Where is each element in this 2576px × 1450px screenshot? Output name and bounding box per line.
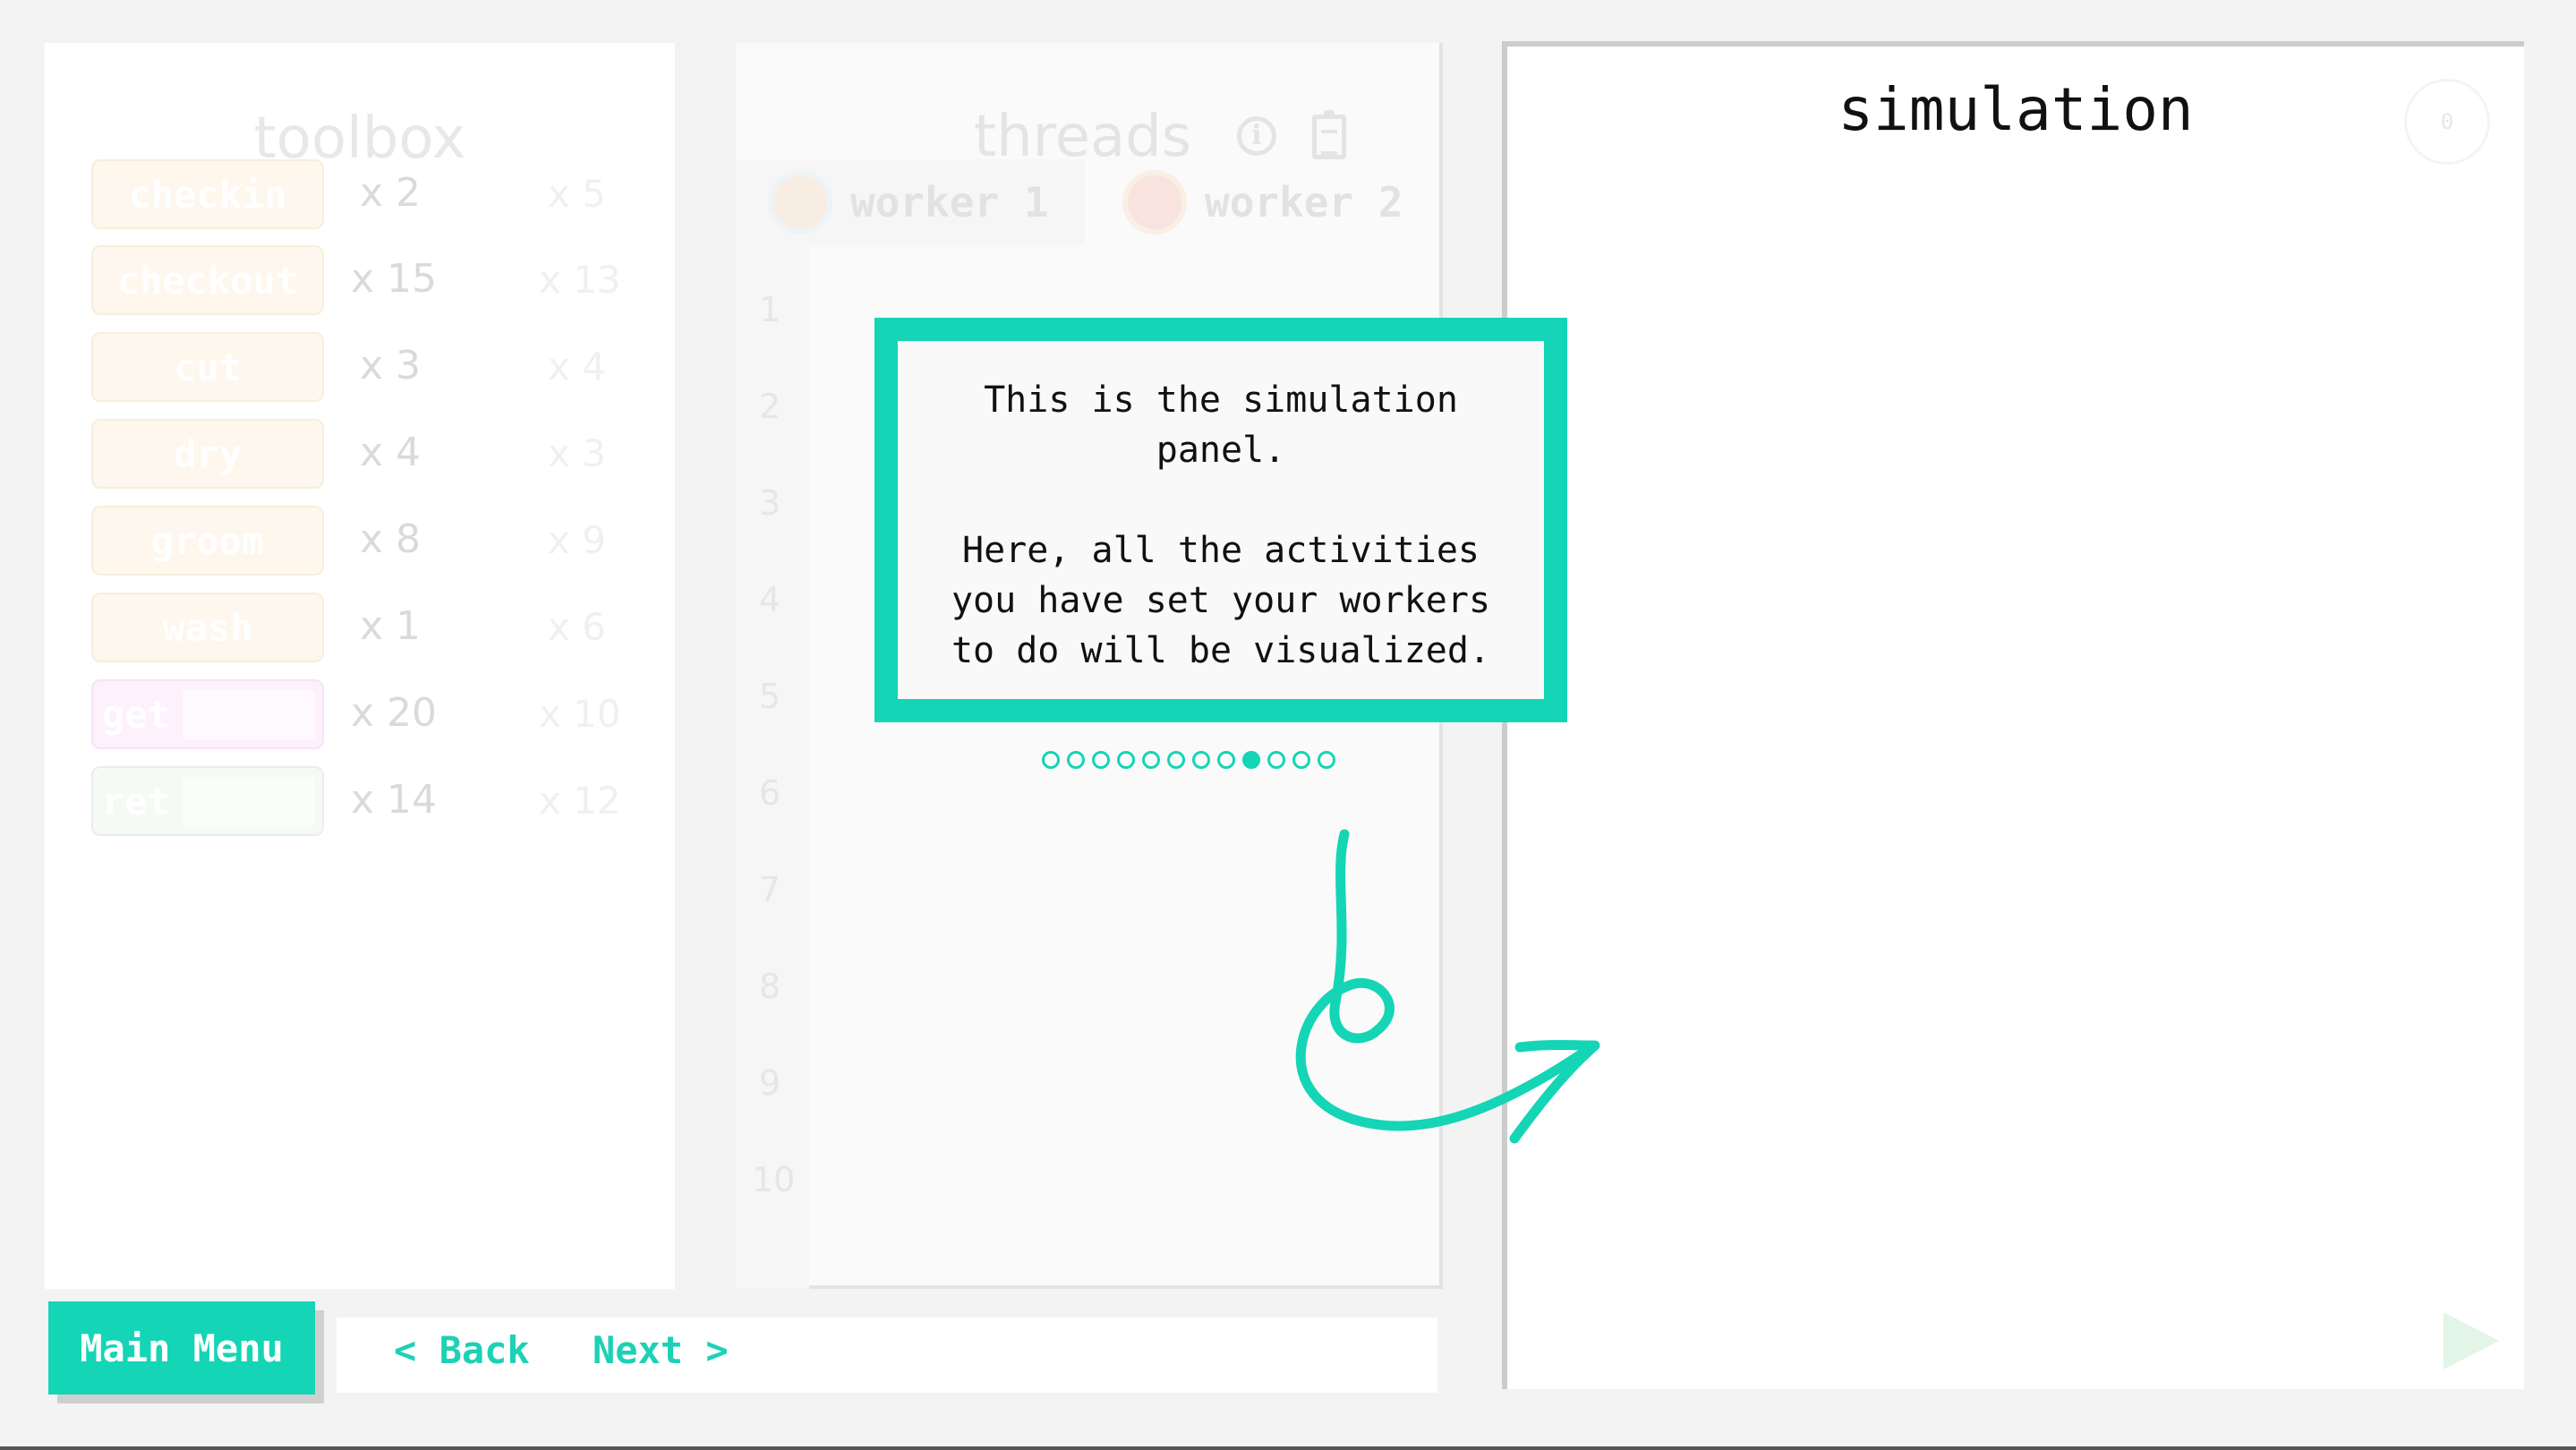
- tab-worker-1[interactable]: worker 1: [736, 159, 1085, 245]
- tool-max: x 3: [548, 431, 606, 475]
- curved-arrow-icon: [1295, 829, 1600, 1144]
- tutorial-message: This is the simulation panel. Here, all …: [951, 380, 1491, 671]
- tool-max: x 13: [539, 258, 621, 302]
- avatar-icon: [768, 170, 832, 235]
- tab-label: worker 1: [850, 178, 1049, 226]
- tool-count: x 14: [351, 777, 438, 823]
- tool-row-wash[interactable]: wash x 1 x 6: [91, 593, 646, 664]
- tool-row-ret[interactable]: ret x 14 x 12: [91, 766, 646, 838]
- tool-count: x 15: [351, 256, 438, 302]
- step-dot[interactable]: [1067, 751, 1085, 769]
- step-dot[interactable]: [1267, 751, 1285, 769]
- tool-row-get[interactable]: get x 20 x 10: [91, 679, 646, 751]
- line-number: 2: [759, 387, 781, 426]
- tool-count: x 1: [360, 603, 422, 649]
- tool-chip-checkout[interactable]: checkout: [91, 245, 324, 315]
- step-dot[interactable]: [1217, 751, 1235, 769]
- tool-chip-ret[interactable]: ret: [91, 766, 324, 836]
- line-number: 6: [759, 773, 781, 813]
- tool-max: x 5: [548, 172, 606, 216]
- info-icon[interactable]: i: [1237, 116, 1276, 156]
- tool-chip-get[interactable]: get: [91, 679, 324, 749]
- line-number: 5: [759, 677, 781, 716]
- step-dot[interactable]: [1292, 751, 1310, 769]
- tool-row-dry[interactable]: dry x 4 x 3: [91, 419, 646, 490]
- step-dot[interactable]: [1092, 751, 1110, 769]
- tool-row-groom[interactable]: groom x 8 x 9: [91, 506, 646, 577]
- line-number: 8: [759, 967, 781, 1006]
- back-button[interactable]: < Back: [394, 1328, 530, 1372]
- step-dot[interactable]: [1167, 751, 1185, 769]
- tutorial-callout: This is the simulation panel. Here, all …: [874, 318, 1567, 722]
- line-number: 9: [759, 1063, 781, 1103]
- toolbox-panel: toolbox checkin x 2 x 5 checkout x 15 x …: [45, 43, 675, 1289]
- tool-count: x 8: [360, 516, 422, 562]
- tool-row-cut[interactable]: cut x 3 x 4: [91, 332, 646, 404]
- tool-chip-wash[interactable]: wash: [91, 593, 324, 662]
- tool-chip-checkin[interactable]: checkin: [91, 159, 324, 229]
- tool-max: x 6: [548, 605, 606, 649]
- tool-chip-cut[interactable]: cut: [91, 332, 324, 402]
- tool-max: x 10: [539, 692, 621, 736]
- avatar-icon: [1122, 170, 1187, 235]
- step-dot[interactable]: [1142, 751, 1160, 769]
- tool-max: x 12: [539, 779, 621, 823]
- tool-count: x 4: [360, 430, 422, 475]
- tool-count: x 2: [360, 170, 422, 216]
- step-dot[interactable]: [1042, 751, 1060, 769]
- tool-chip-label: get: [102, 692, 170, 737]
- simulation-title: simulation: [1838, 75, 2194, 144]
- tool-chip-label: ret: [102, 779, 170, 823]
- tutorial-step-dots: [1042, 751, 1335, 769]
- play-icon[interactable]: [2444, 1312, 2499, 1369]
- step-dot[interactable]: [1192, 751, 1210, 769]
- tab-worker-2[interactable]: worker 2: [1090, 159, 1439, 245]
- tool-chip-groom[interactable]: groom: [91, 506, 324, 576]
- tool-max: x 9: [548, 518, 606, 562]
- tool-count: x 20: [351, 690, 438, 736]
- step-dot[interactable]: [1318, 751, 1335, 769]
- line-number: 3: [759, 483, 781, 523]
- tool-chip-slot: [183, 777, 315, 827]
- step-counter: 0: [2404, 79, 2490, 165]
- clipboard-icon[interactable]: [1312, 110, 1346, 159]
- line-number: 7: [759, 870, 781, 909]
- line-number: 1: [759, 290, 781, 329]
- window-bottom-border: [0, 1446, 2576, 1450]
- line-number: 4: [759, 580, 781, 619]
- tool-count: x 3: [360, 343, 422, 388]
- tool-row-checkout[interactable]: checkout x 15 x 13: [91, 245, 646, 317]
- line-gutter: 1 2 3 4 5 6 7 8 9 10: [736, 245, 809, 1289]
- line-number: 10: [752, 1160, 796, 1199]
- tool-chip-slot: [183, 690, 315, 740]
- tool-chip-dry[interactable]: dry: [91, 419, 324, 489]
- next-button[interactable]: Next >: [593, 1328, 729, 1372]
- main-menu-button[interactable]: Main Menu: [48, 1301, 315, 1395]
- nav-bar: < Back Next >: [337, 1318, 1437, 1393]
- step-dot-active[interactable]: [1242, 751, 1260, 769]
- simulation-panel: simulation: [1502, 41, 2524, 1389]
- tab-label: worker 2: [1205, 178, 1403, 226]
- tool-row-checkin[interactable]: checkin x 2 x 5: [91, 159, 646, 231]
- step-dot[interactable]: [1117, 751, 1135, 769]
- tool-max: x 4: [548, 345, 606, 388]
